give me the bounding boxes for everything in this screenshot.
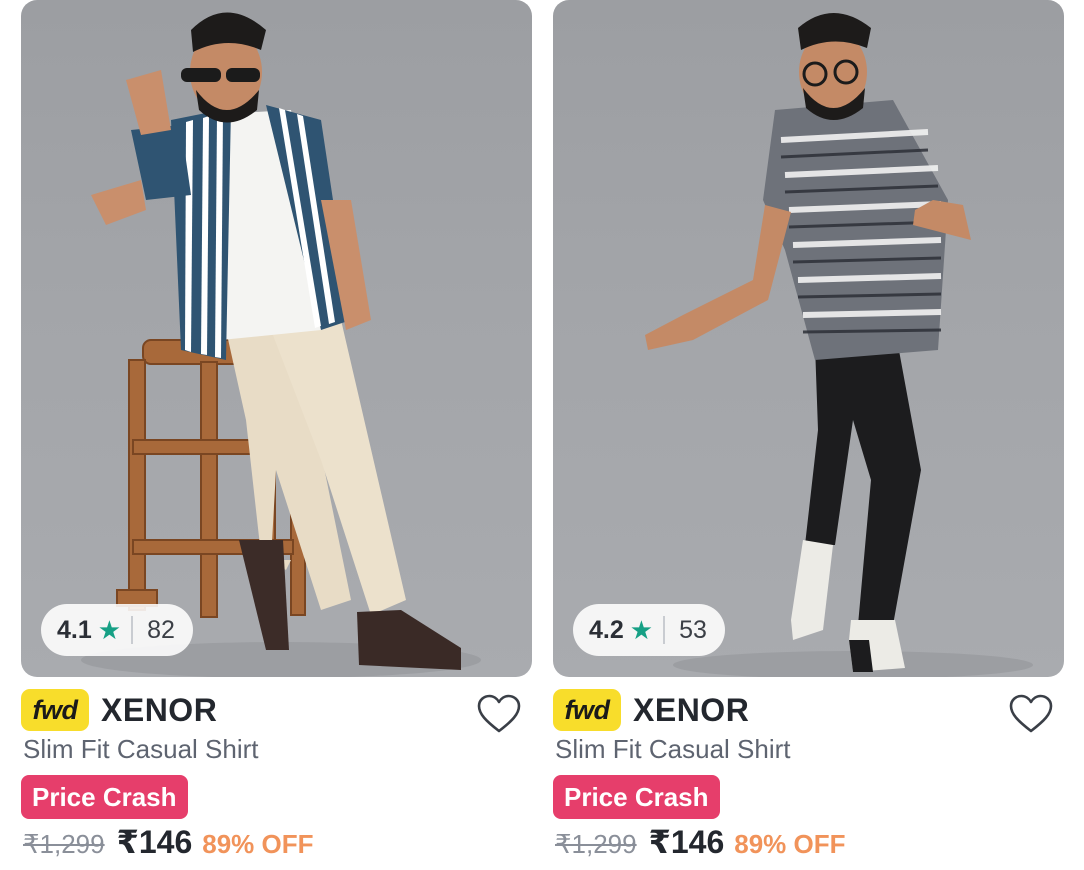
fwd-logo: fwd [553,689,621,731]
brand-row: fwd XENOR [553,689,749,731]
rating-pill: 4.2 ★ 53 [573,604,725,656]
product-title: Slim Fit Casual Shirt [23,734,259,764]
rating-divider [131,616,134,644]
rating-count: 82 [147,615,175,644]
rating-pill: 4.1 ★ 82 [41,604,193,656]
price-crash-badge: Price Crash [21,775,188,819]
price-crash-badge: Price Crash [553,775,720,819]
product-title: Slim Fit Casual Shirt [555,734,791,764]
fwd-logo: fwd [21,689,89,731]
brand-name: XENOR [633,691,750,728]
rating-divider [663,616,666,644]
price-row: ₹1,299 ₹146 89% OFF [555,823,846,861]
model-photo [645,13,1033,677]
heart-outline-icon[interactable] [1008,693,1054,735]
product-image[interactable]: 4.2 ★ 53 [553,0,1064,677]
product-info[interactable]: fwd XENOR Slim Fit Casual Shirt Price Cr… [553,677,1064,870]
rating-value: 4.1 [57,615,92,644]
product-image[interactable]: 4.1 ★ 82 [21,0,532,677]
star-icon: ★ [97,614,122,645]
product-info[interactable]: fwd XENOR Slim Fit Casual Shirt Price Cr… [21,677,532,870]
model-photo [81,12,481,677]
sale-price: ₹146 [116,824,193,860]
star-icon: ★ [629,614,654,645]
price-row: ₹1,299 ₹146 89% OFF [23,823,314,861]
rating-value: 4.2 [589,615,624,644]
brand-row: fwd XENOR [21,689,217,731]
rating-count: 53 [679,615,707,644]
discount-percent: 89% OFF [734,829,846,859]
heart-outline-icon[interactable] [476,693,522,735]
product-card[interactable]: 4.1 ★ 82 fwd XENOR Slim Fit Casual Shirt… [21,0,532,870]
product-card[interactable]: 4.2 ★ 53 fwd XENOR Slim Fit Casual Shirt… [553,0,1064,870]
original-price: ₹1,299 [555,829,637,859]
discount-percent: 89% OFF [202,829,314,859]
sale-price: ₹146 [648,824,725,860]
product-grid: 4.1 ★ 82 fwd XENOR Slim Fit Casual Shirt… [0,0,1084,870]
original-price: ₹1,299 [23,829,105,859]
brand-name: XENOR [101,691,218,728]
